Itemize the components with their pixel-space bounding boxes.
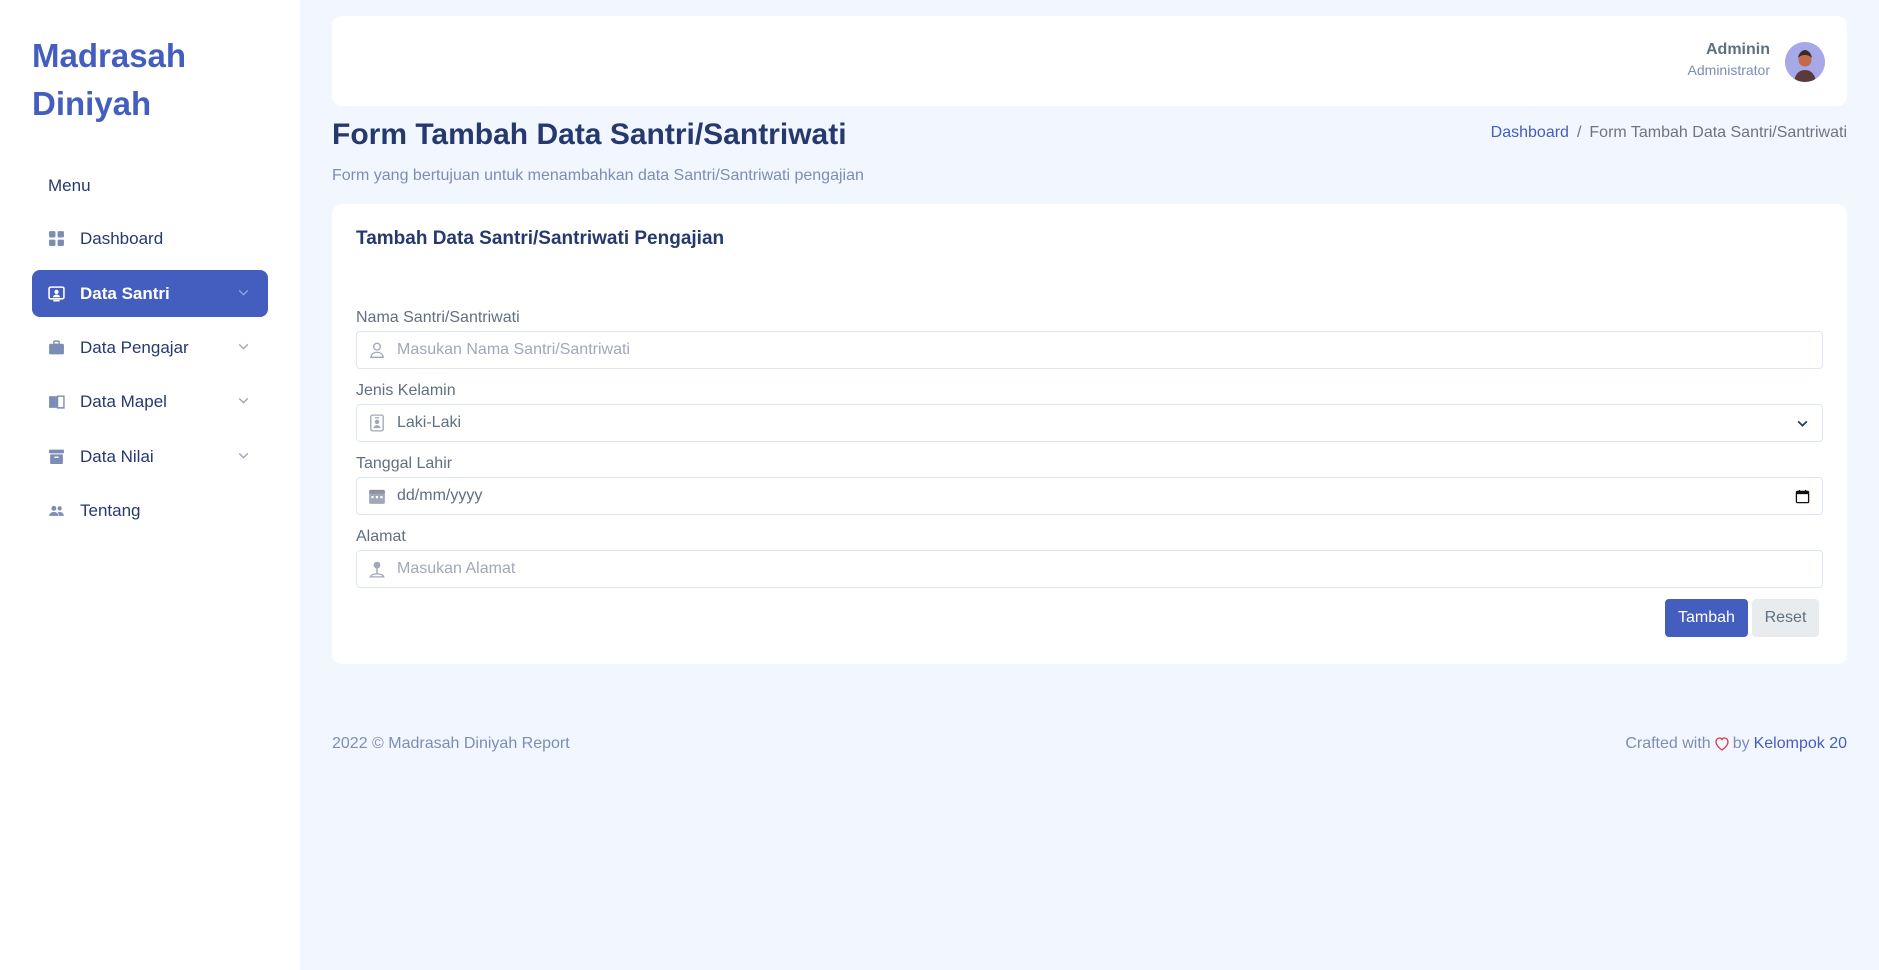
archive-icon <box>47 448 65 466</box>
sidebar: Madrasah Diniyah Menu Dashboard Data San… <box>0 0 300 970</box>
book-icon <box>47 393 65 411</box>
badge-icon <box>357 405 397 441</box>
sidebar-item-label: Data Santri <box>80 283 170 303</box>
chevron-down-icon <box>1782 417 1822 430</box>
sidebar-item-tentang[interactable]: Tentang <box>32 487 268 534</box>
avatar[interactable] <box>1785 42 1825 82</box>
sidebar-item-label: Data Mapel <box>80 391 167 411</box>
breadcrumb-current: Form Tambah Data Santri/Santriwati <box>1589 124 1847 141</box>
sidebar-item-label: Tentang <box>80 500 141 520</box>
sidebar-item-label: Data Pengajar <box>80 337 189 357</box>
sidebar-item-label: Data Nilai <box>80 446 154 466</box>
app-logo[interactable]: Madrasah Diniyah <box>32 32 272 128</box>
jenis-kelamin-label: Jenis Kelamin <box>356 382 456 399</box>
person-badge-icon <box>47 285 65 303</box>
alamat-label: Alamat <box>356 528 406 545</box>
heart-icon <box>1714 736 1730 752</box>
tambah-button[interactable]: Tambah <box>1665 599 1748 637</box>
grid-icon <box>47 230 65 248</box>
sidebar-item-data-nilai[interactable]: Data Nilai <box>32 433 268 480</box>
page-title: Form Tambah Data Santri/Santriwati <box>332 118 847 151</box>
chevron-down-icon <box>238 397 249 404</box>
jenis-kelamin-value: Laki-Laki <box>397 414 462 431</box>
sidebar-item-label: Dashboard <box>80 228 164 248</box>
team-link[interactable]: Kelompok 20 <box>1754 735 1847 753</box>
chevron-down-icon <box>238 452 249 459</box>
briefcase-icon <box>47 339 65 357</box>
breadcrumb: Dashboard / Form Tambah Data Santri/Sant… <box>1491 124 1847 142</box>
alamat-field <box>356 550 1823 588</box>
tanggal-lahir-value: dd/mm/yyyy <box>397 487 483 504</box>
sidebar-item-data-santri[interactable]: Data Santri <box>32 270 268 317</box>
tanggal-lahir-label: Tanggal Lahir <box>356 455 453 472</box>
reset-button[interactable]: Reset <box>1752 599 1819 637</box>
user-role: Administrator <box>1687 62 1770 78</box>
breadcrumb-separator: / <box>1576 124 1582 141</box>
chevron-down-icon <box>238 289 249 296</box>
tanggal-lahir-field[interactable]: dd/mm/yyyy <box>356 477 1823 515</box>
top-header: Adminin Administrator <box>332 16 1847 106</box>
nama-label: Nama Santri/Santriwati <box>356 309 520 326</box>
footer-credits: Crafted with by Kelompok 20 <box>1625 735 1847 753</box>
page-subtitle: Form yang bertujuan untuk menambahkan da… <box>332 167 864 184</box>
user-name[interactable]: Adminin <box>1706 41 1770 59</box>
people-icon <box>47 502 65 520</box>
calendar-icon <box>357 478 397 514</box>
breadcrumb-link-dashboard[interactable]: Dashboard <box>1491 124 1569 142</box>
by-text: by <box>1732 735 1750 752</box>
card-title: Tambah Data Santri/Santriwati Pengajian <box>356 228 725 249</box>
map-pin-person-icon <box>357 551 397 587</box>
person-icon <box>357 332 397 368</box>
calendar-picker-icon[interactable] <box>1782 489 1822 504</box>
chevron-down-icon <box>238 343 249 350</box>
avatar-image <box>1785 42 1825 82</box>
sidebar-item-data-pengajar[interactable]: Data Pengajar <box>32 324 268 371</box>
sidebar-item-data-mapel[interactable]: Data Mapel <box>32 378 268 425</box>
nama-field <box>356 331 1823 369</box>
menu-title: Menu <box>48 176 91 195</box>
crafted-with-text: Crafted with <box>1625 735 1711 752</box>
nama-input[interactable] <box>397 333 1822 367</box>
footer-copyright: 2022 © Madrasah Diniyah Report <box>332 735 570 752</box>
sidebar-item-dashboard[interactable]: Dashboard <box>32 215 268 262</box>
jenis-kelamin-select[interactable]: Laki-Laki <box>356 404 1823 442</box>
alamat-input[interactable] <box>397 552 1822 586</box>
form-card: Tambah Data Santri/Santriwati Pengajian … <box>332 204 1847 664</box>
